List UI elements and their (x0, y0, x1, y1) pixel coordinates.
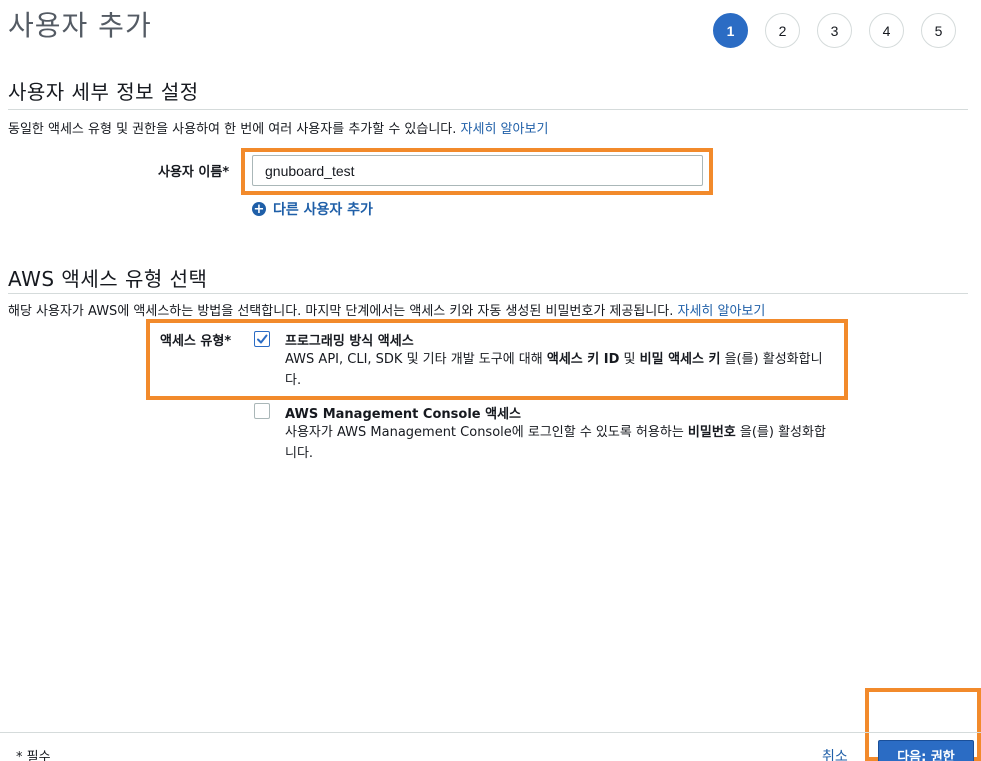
access-key-id-text: 액세스 키 ID (546, 352, 620, 367)
secret-access-key-text: 비밀 액세스 키 (639, 352, 721, 367)
wizard-steps: 1 2 3 4 5 (713, 13, 973, 48)
programmatic-access-description: AWS API, CLI, SDK 및 기타 개발 도구에 대해 액세스 키 I… (285, 349, 830, 391)
checkmark-icon (257, 334, 268, 344)
username-input[interactable] (252, 155, 703, 186)
user-details-description-text: 동일한 액세스 유형 및 권한을 사용하여 한 번에 여러 사용자를 추가할 수… (8, 122, 457, 137)
footer-divider (0, 732, 981, 733)
description-text: AWS API, CLI, SDK 및 기타 개발 도구에 대해 (285, 352, 547, 367)
learn-more-link[interactable]: 자세히 알아보기 (461, 122, 549, 137)
learn-more-link[interactable]: 자세히 알아보기 (678, 304, 766, 319)
page-title: 사용자 추가 (8, 9, 152, 42)
access-type-description: 해당 사용자가 AWS에 액세스하는 방법을 선택합니다. 마지막 단계에서는 … (8, 300, 765, 319)
step-5[interactable]: 5 (921, 13, 956, 48)
required-note: * 필수 (16, 750, 51, 761)
section-divider (8, 293, 968, 294)
plus-circle-icon: + (252, 201, 266, 217)
user-details-description: 동일한 액세스 유형 및 권한을 사용하여 한 번에 여러 사용자를 추가할 수… (8, 118, 548, 137)
description-text: 사용자가 AWS Management Console에 로그인할 수 있도록 … (285, 425, 688, 440)
description-text: 및 (619, 352, 640, 367)
console-access-checkbox[interactable] (254, 403, 270, 419)
console-access-title: AWS Management Console 액세스 (285, 407, 521, 422)
next-permissions-button[interactable]: 다음: 권한 (878, 740, 974, 761)
access-type-heading: AWS 액세스 유형 선택 (8, 267, 208, 291)
password-text: 비밀번호 (687, 425, 736, 440)
step-3[interactable]: 3 (817, 13, 852, 48)
programmatic-access-checkbox[interactable] (254, 331, 270, 347)
section-divider (8, 109, 968, 110)
cancel-button[interactable]: 취소 (822, 746, 848, 761)
add-another-user-label: 다른 사용자 추가 (273, 202, 373, 218)
programmatic-access-title: 프로그래밍 방식 액세스 (285, 334, 414, 349)
access-type-label: 액세스 유형* (160, 334, 232, 349)
step-4[interactable]: 4 (869, 13, 904, 48)
console-access-description: 사용자가 AWS Management Console에 로그인할 수 있도록 … (285, 422, 830, 464)
user-details-heading: 사용자 세부 정보 설정 (8, 80, 199, 104)
step-1[interactable]: 1 (713, 13, 748, 48)
step-2[interactable]: 2 (765, 13, 800, 48)
username-label: 사용자 이름* (158, 165, 230, 180)
access-type-description-text: 해당 사용자가 AWS에 액세스하는 방법을 선택합니다. 마지막 단계에서는 … (8, 304, 674, 319)
add-another-user-button[interactable]: + 다른 사용자 추가 (252, 199, 373, 219)
